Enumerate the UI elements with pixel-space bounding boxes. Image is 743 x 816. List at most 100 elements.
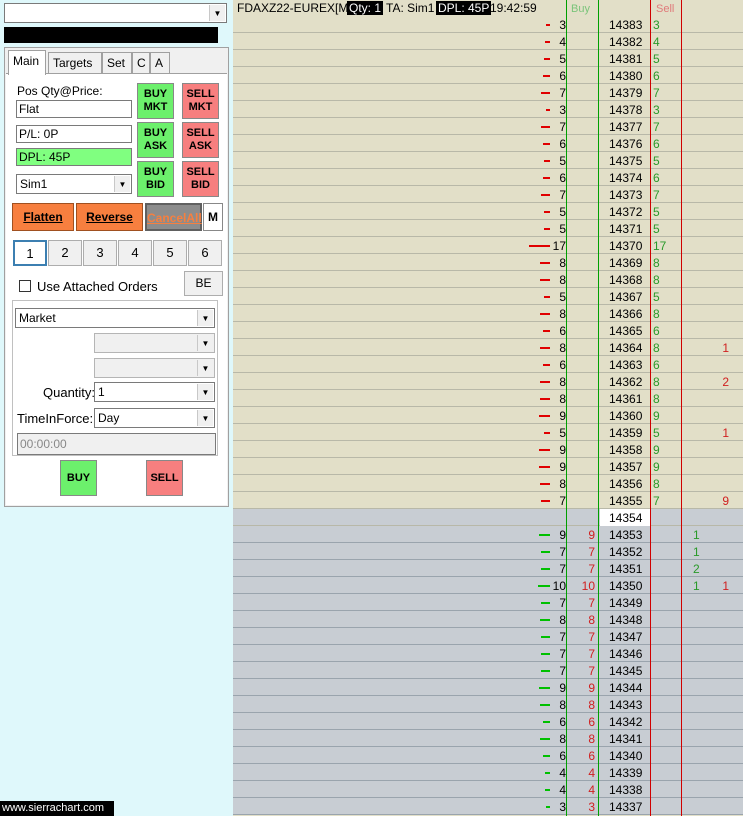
dom-row[interactable]: 8 8 14343 <box>233 696 743 713</box>
dom-row[interactable]: 6 6 14376 <box>233 135 743 152</box>
use-attached-orders-checkbox[interactable] <box>19 280 31 292</box>
time-field[interactable]: 00:00:00 <box>17 433 216 455</box>
dom-row[interactable]: 9 9 14344 <box>233 679 743 696</box>
dom-row[interactable]: 3 3 14337 <box>233 798 743 815</box>
buy-ask-button[interactable]: BUY ASK <box>137 122 174 158</box>
dom-row[interactable]: 4 4 14338 <box>233 781 743 798</box>
dom-row[interactable]: 8 8 14348 <box>233 611 743 628</box>
tab-c[interactable]: C <box>132 52 150 74</box>
ask-size: 4 <box>653 35 660 49</box>
quantity-select[interactable]: 1 ▼ <box>94 382 215 402</box>
dom-dpl-badge: DPL: 45P <box>436 1 492 15</box>
order-type-select[interactable]: Market ▼ <box>15 308 215 328</box>
price-cell: 14374 <box>609 171 643 185</box>
tab-main[interactable]: Main <box>8 50 46 75</box>
dom-row[interactable]: 7 7 1 14352 <box>233 543 743 560</box>
position-field: Flat <box>16 100 132 118</box>
qty-preset-5[interactable]: 5 <box>153 240 187 266</box>
dom-row[interactable]: 8 8 14364 1 <box>233 339 743 356</box>
ask-size-left: 5 <box>559 52 566 66</box>
price1-select[interactable]: ▼ <box>94 333 215 353</box>
buy-market-button[interactable]: BUY MKT <box>137 83 174 119</box>
cancel-all-button[interactable]: CancelAll <box>145 203 202 231</box>
dom-row[interactable]: 7 7 2 14351 <box>233 560 743 577</box>
flatten-button[interactable]: Flatten <box>12 203 74 231</box>
dom-row[interactable]: 10 10 1 14350 1 <box>233 577 743 594</box>
dom-row[interactable]: 8 8 14362 2 <box>233 373 743 390</box>
dom-row[interactable]: 7 7 14377 <box>233 118 743 135</box>
account-select[interactable]: Sim1 ▼ <box>16 174 132 194</box>
dom-trade-account: TA: Sim1 <box>386 1 435 15</box>
buy-bid-button[interactable]: BUY BID <box>137 161 174 197</box>
bid-size-left: 3 <box>559 800 566 814</box>
tab-set[interactable]: Set <box>102 52 132 74</box>
dom-row[interactable]: 8 8 14341 <box>233 730 743 747</box>
dom-ladder[interactable]: FDAXZ22-EUREX[M] Qty: 1 TA: Sim1 DPL: 45… <box>233 0 743 816</box>
price-cell: 14350 <box>609 579 643 593</box>
dom-row[interactable]: 7 7 14373 <box>233 186 743 203</box>
dom-row[interactable]: 7 7 14379 <box>233 84 743 101</box>
dom-row[interactable]: 7 7 14346 <box>233 645 743 662</box>
dom-row[interactable]: 4 4 14339 <box>233 764 743 781</box>
qty-preset-2[interactable]: 2 <box>48 240 82 266</box>
dom-row[interactable]: 8 8 14356 <box>233 475 743 492</box>
dom-row[interactable]: 4 4 14382 <box>233 33 743 50</box>
sell-ask-button[interactable]: SELL ASK <box>182 122 219 158</box>
ask-size: 8 <box>653 307 660 321</box>
be-button[interactable]: BE <box>184 271 223 296</box>
dom-row[interactable]: 5 5 14372 <box>233 203 743 220</box>
qty-preset-4[interactable]: 4 <box>118 240 152 266</box>
dom-row[interactable]: 7 7 14349 <box>233 594 743 611</box>
price2-select[interactable]: ▼ <box>94 358 215 378</box>
dom-row[interactable]: 6 6 14340 <box>233 747 743 764</box>
dom-row[interactable]: 9 9 14360 <box>233 407 743 424</box>
dom-row[interactable]: 6 6 14380 <box>233 67 743 84</box>
depth-bar <box>541 551 550 553</box>
tif-select[interactable]: Day ▼ <box>94 408 215 428</box>
dom-row[interactable]: 3 3 14383 <box>233 16 743 33</box>
dom-row[interactable]: 17 17 14370 <box>233 237 743 254</box>
dom-row[interactable]: 9 9 14357 <box>233 458 743 475</box>
sell-bid-button[interactable]: SELL BID <box>182 161 219 197</box>
symbol-combo[interactable]: ▼ <box>4 3 227 23</box>
depth-bar <box>540 398 550 400</box>
buy-button[interactable]: BUY <box>60 460 97 496</box>
dom-row[interactable]: 8 8 14361 <box>233 390 743 407</box>
dom-row[interactable]: 5 5 14367 <box>233 288 743 305</box>
dom-row[interactable]: 5 5 14381 <box>233 50 743 67</box>
sell-button[interactable]: SELL <box>146 460 183 496</box>
dom-row[interactable]: 3 3 14378 <box>233 101 743 118</box>
dom-row[interactable]: 9 9 1 14353 <box>233 526 743 543</box>
price-cell: 14357 <box>609 460 643 474</box>
dom-row[interactable]: 8 8 14368 <box>233 271 743 288</box>
dom-row[interactable]: 5 5 14375 <box>233 152 743 169</box>
dom-row[interactable]: 9 9 14358 <box>233 441 743 458</box>
reverse-button[interactable]: Reverse <box>76 203 143 231</box>
bid-size-left: 8 <box>559 732 566 746</box>
dom-row[interactable]: 7 7 14345 <box>233 662 743 679</box>
sell-market-button[interactable]: SELL MKT <box>182 83 219 119</box>
tab-targets[interactable]: Targets <box>48 52 102 74</box>
ask-size-left: 5 <box>559 290 566 304</box>
qty-preset-1[interactable]: 1 <box>13 240 47 266</box>
ask-size: 5 <box>653 205 660 219</box>
dom-row[interactable]: 7 7 14347 <box>233 628 743 645</box>
bid-size: 3 <box>588 800 595 814</box>
m-button[interactable]: M <box>203 203 223 231</box>
chevron-down-icon: ▼ <box>197 335 213 351</box>
dom-row[interactable]: 6 6 14363 <box>233 356 743 373</box>
tab-a[interactable]: A <box>150 52 170 74</box>
dom-row[interactable]: 5 5 14359 1 <box>233 424 743 441</box>
dom-row[interactable]: 5 5 14371 <box>233 220 743 237</box>
dom-row[interactable]: 6 6 14342 <box>233 713 743 730</box>
dom-row[interactable]: 6 6 14374 <box>233 169 743 186</box>
qty-preset-3[interactable]: 3 <box>83 240 117 266</box>
dom-symbol: FDAXZ22-EUREX[M] <box>237 1 352 15</box>
dom-row[interactable]: 8 8 14369 <box>233 254 743 271</box>
dom-row[interactable]: 8 8 14366 <box>233 305 743 322</box>
dom-row[interactable]: 14354 <box>233 509 743 526</box>
dom-row[interactable]: 7 7 14355 9 <box>233 492 743 509</box>
qty-preset-6[interactable]: 6 <box>188 240 222 266</box>
depth-bar <box>541 670 550 672</box>
dom-row[interactable]: 6 6 14365 <box>233 322 743 339</box>
